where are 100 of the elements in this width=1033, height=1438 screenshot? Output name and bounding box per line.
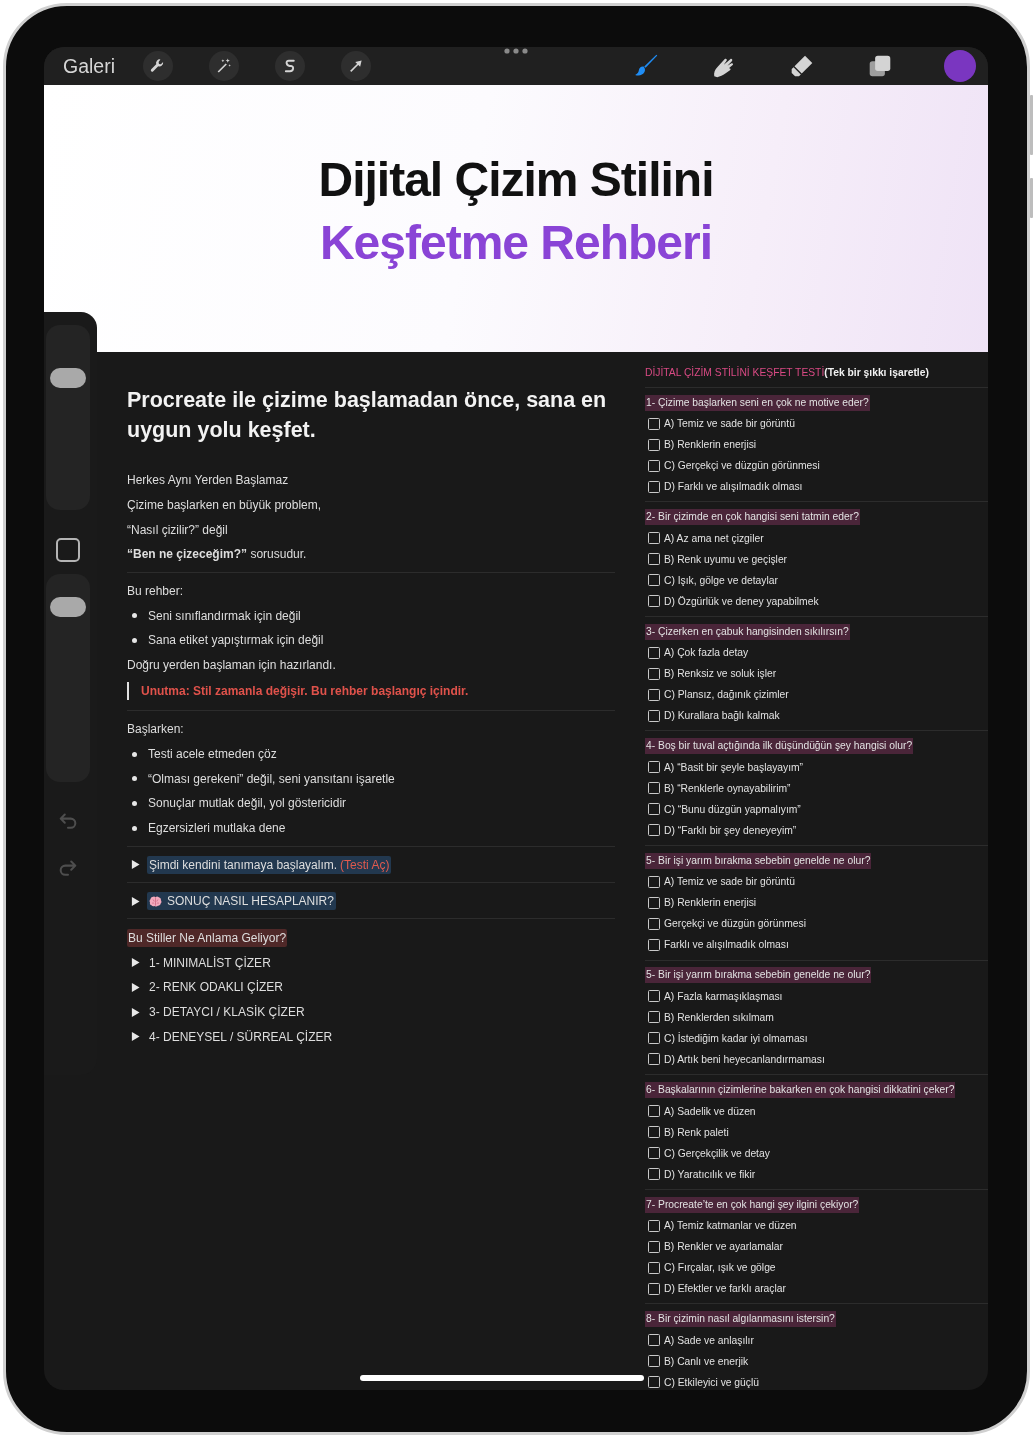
banner-subtitle: Keşfetme Rehberi [318, 215, 714, 271]
caret-icon[interactable] [131, 860, 140, 870]
more-dots-icon[interactable] [504, 48, 528, 54]
checkbox[interactable] [648, 553, 660, 566]
square-icon[interactable] [56, 538, 80, 562]
question-title: 1- Çizime başlarken seni en çok ne motive eder? [645, 394, 870, 411]
option-label: A) Temiz ve sade bir görüntü [664, 875, 795, 890]
option-label: D) Farklı ve alışılmadık olması [664, 480, 803, 494]
caret-icon[interactable] [131, 1007, 140, 1017]
checkbox[interactable] [648, 1334, 660, 1347]
toggle-label[interactable]: 3- DETAYCI / KLASİK ÇİZER [147, 1003, 307, 1022]
layers-icon[interactable] [867, 53, 893, 79]
checkbox[interactable] [648, 459, 660, 472]
checkbox[interactable] [648, 782, 660, 795]
checkbox[interactable] [648, 595, 660, 608]
bullet-icon [131, 776, 137, 782]
checkbox[interactable] [648, 574, 660, 587]
toolbar-button[interactable] [341, 51, 372, 81]
checkbox[interactable] [648, 417, 660, 430]
caret-icon[interactable] [131, 982, 140, 992]
gallery-button[interactable]: Galeri [63, 54, 116, 78]
checkbox[interactable] [648, 990, 660, 1003]
body-text: “Nasıl çizilir?” değil [127, 521, 229, 539]
caret-icon[interactable] [131, 896, 140, 906]
option-label: C) Gerçekçi ve düzgün görünmesi [664, 459, 820, 473]
brush-size-slider[interactable] [46, 325, 90, 510]
slider-thumb[interactable] [50, 367, 86, 388]
checkbox[interactable] [648, 532, 660, 545]
toggle-label[interactable]: 1- MINIMALİST ÇİZER [147, 953, 273, 972]
toolbar-button[interactable] [143, 51, 174, 81]
body-text: Herkes Aynı Yerden Başlamaz [127, 472, 290, 489]
checkbox[interactable] [648, 1219, 660, 1232]
quiz-instruction: (Tek bir şıkkı işaretle) [824, 367, 929, 378]
toggle-label[interactable]: Şimdi kendini tanımaya başlayalım. (Testi Aç) [147, 855, 392, 874]
option-label: B) Renklerden sıkılmam [664, 1010, 774, 1025]
checkbox[interactable] [648, 1355, 660, 1368]
toggle-label[interactable]: 2- RENK ODAKLI ÇİZER [147, 978, 286, 997]
option-label: D) “Farklı bir şey deneyeyim” [664, 823, 797, 838]
body-text: Çizime başlarken en büyük problem, [127, 496, 323, 514]
option-label: A) Az ama net çizgiler [664, 531, 764, 546]
option-label: C) Işık, gölge ve detaylar [664, 573, 778, 588]
toggle-label[interactable]: SONUÇ NASIL HESAPLANIR? [147, 892, 336, 911]
bullet-icon [131, 801, 137, 807]
checkbox[interactable] [648, 646, 660, 659]
checkbox[interactable] [648, 1240, 660, 1253]
magic-wand-icon [215, 57, 234, 75]
caret-icon[interactable] [131, 1032, 140, 1042]
checkbox[interactable] [648, 1105, 660, 1118]
option-label: Gerçekçi ve düzgün görünmesi [664, 917, 806, 932]
checkbox[interactable] [648, 875, 660, 888]
opacity-slider[interactable] [46, 574, 90, 782]
bullet-text: Egzersizleri mutlaka dene [148, 820, 286, 838]
checkbox[interactable] [648, 1147, 660, 1160]
quiz-title: DİJİTAL ÇİZİM STİLİNİ KEŞFET TESTİ [645, 367, 825, 378]
bullet-icon [131, 826, 137, 832]
checkbox[interactable] [648, 896, 660, 909]
bullet-text: Seni sınıflandırmak için değil [148, 607, 301, 625]
checkbox[interactable] [648, 688, 660, 701]
quote-callout: Unutma: Stil zamanla değişir. Bu rehber başlangıç içindir. [127, 681, 615, 700]
checkbox[interactable] [648, 1126, 660, 1139]
question-title: 6- Başkalarının çizimlerine bakarken en çok hangisi dikkatini çeker? [645, 1082, 956, 1099]
checkbox[interactable] [648, 1261, 660, 1274]
option-label: C) Fırçalar, ışık ve gölge [664, 1261, 776, 1276]
checkbox[interactable] [648, 1168, 660, 1181]
checkbox[interactable] [648, 1011, 660, 1024]
option-label: D) Özgürlük ve deney yapabilmek [664, 594, 819, 609]
toggle-label[interactable]: 4- DENEYSEL / SÜRREAL ÇİZER [147, 1027, 335, 1046]
option-label: C) Plansız, dağınık çizimler [664, 688, 789, 703]
slider-thumb[interactable] [50, 596, 86, 617]
bullet-text: “Olması gerekeni” değil, seni yansıtanı işaretle [148, 770, 395, 788]
guide-heading: Procreate ile çizime başlamadan önce, sana en uygun yolu keşfet. [127, 387, 608, 444]
body-text: Doğru yerden başlaman için hazırlandı. [127, 657, 337, 675]
option-label: C) Etkileyici ve güçlü [664, 1375, 759, 1390]
toolbar-button[interactable] [275, 51, 306, 81]
eraser-icon[interactable] [789, 53, 815, 79]
checkbox[interactable] [648, 1282, 660, 1295]
checkbox[interactable] [648, 938, 660, 951]
option-label: C) Gerçekçilik ve detay [664, 1146, 770, 1161]
color-swatch-icon[interactable] [944, 50, 976, 82]
checkbox[interactable] [648, 761, 660, 774]
checkbox[interactable] [648, 1376, 660, 1389]
checkbox[interactable] [648, 803, 660, 816]
checkbox[interactable] [648, 917, 660, 930]
checkbox[interactable] [648, 709, 660, 722]
bullet-text: Testi acele etmeden çöz [148, 745, 277, 763]
option-label: B) Renk uyumu ve geçişler [664, 552, 788, 567]
checkbox[interactable] [648, 667, 660, 680]
option-label: A) Temiz katmanlar ve düzen [664, 1219, 797, 1234]
checkbox[interactable] [648, 824, 660, 837]
option-label: B) Renk paleti [664, 1125, 729, 1140]
caret-icon[interactable] [131, 958, 140, 967]
checkbox[interactable] [648, 1053, 660, 1066]
checkbox[interactable] [648, 480, 660, 493]
option-label: B) Canlı ve enerjik [664, 1354, 749, 1369]
question-title: 5- Bir işi yarım bırakma sebebin genelde ne olur? [645, 852, 872, 869]
body-text: Bu rehber: [127, 582, 185, 600]
checkbox[interactable] [648, 1032, 660, 1045]
toolbar-button[interactable] [209, 51, 240, 81]
checkbox[interactable] [648, 438, 660, 451]
option-label: D) Artık beni heyecanlandırmaması [664, 1052, 825, 1067]
